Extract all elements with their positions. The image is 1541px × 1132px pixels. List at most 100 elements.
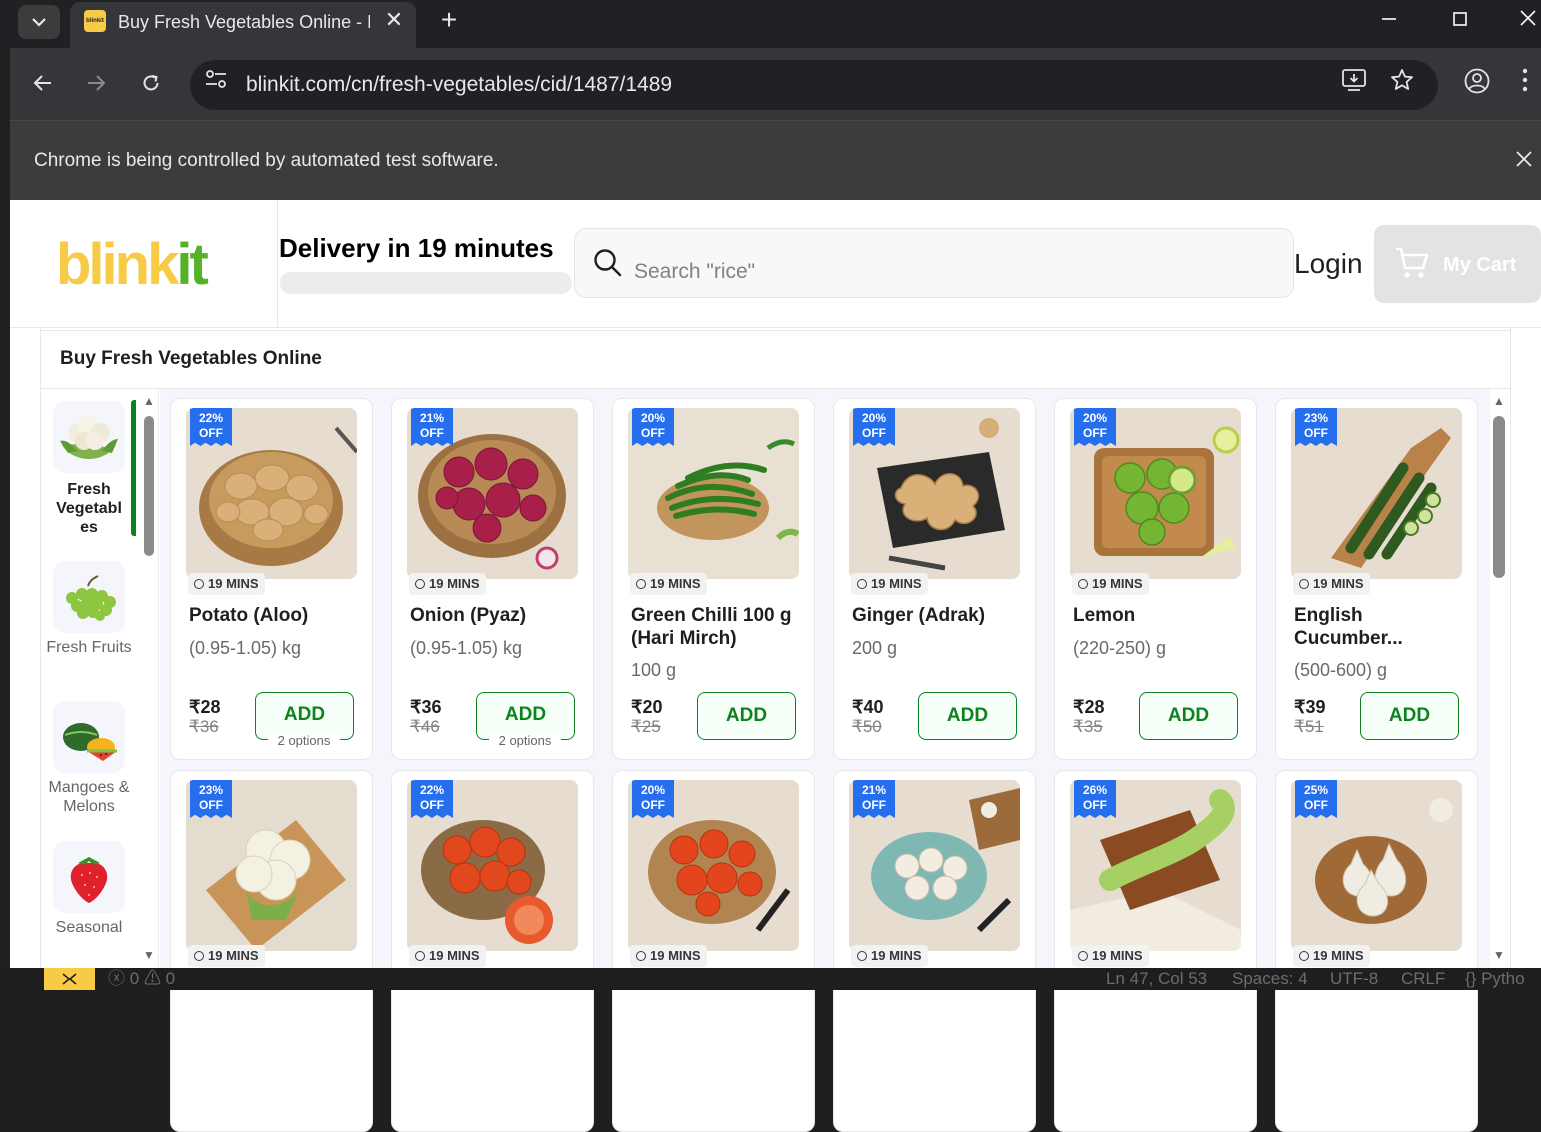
product-quantity: (220-250) g [1073,638,1167,658]
discount-badge: 26% OFF [1074,780,1116,818]
product-mrp: ₹36 [189,717,219,736]
delivery-eta: 19 MINS [188,573,265,595]
product-card[interactable]: 20% OFF 19 MINS Lemon (220-250) g ₹28 ₹35… [1054,398,1257,760]
location-placeholder[interactable] [280,272,572,294]
remote-indicator-icon[interactable] [44,968,95,990]
product-grid-scroll-thumb[interactable] [1493,416,1505,578]
forward-button[interactable] [78,66,114,102]
error-icon: ⓧ [108,969,125,988]
indentation[interactable]: Spaces: 4 [1232,968,1308,990]
header-divider [277,200,278,328]
add-button[interactable]: ADD 2 options [255,692,354,748]
product-card[interactable]: 21% OFF 19 MINS [833,770,1036,1132]
maximize-button[interactable] [1437,6,1483,36]
product-card[interactable]: 22% OFF 19 MINS [391,770,594,1132]
product-quantity: 200 g [852,638,898,658]
delivery-eta: 19 MINS [851,945,928,967]
close-window-button[interactable] [1505,6,1541,36]
infobar-close-icon[interactable] [1510,146,1538,174]
cart-icon [1396,247,1429,278]
product-card[interactable]: 23% OFF 19 MINS [170,770,373,1132]
product-card[interactable]: 25% OFF 19 MINS [1275,770,1478,1132]
sidebar-item-fresh-vegetables[interactable]: Fresh Vegetabl es [45,401,133,541]
sidebar-scroll-thumb[interactable] [144,416,154,556]
product-mrp: ₹35 [1073,717,1103,736]
search-input[interactable] [634,256,1234,288]
clock-icon [1078,579,1088,589]
product-price: ₹28 [1073,697,1105,717]
product-card[interactable]: 22% OFF 19 MINS Potato (Aloo) (0.95-1.05)… [170,398,373,760]
url-text[interactable]: blinkit.com/cn/fresh-vegetables/cid/1487… [246,70,1146,100]
blinkit-favicon-icon: blinkit [84,10,106,32]
grapes-icon [53,561,125,633]
minimize-button[interactable] [1366,6,1412,36]
new-tab-button[interactable]: + [434,4,464,36]
clock-icon [1299,579,1309,589]
discount-badge: 20% OFF [1074,408,1116,446]
add-button[interactable]: ADD [1139,692,1238,740]
delivery-eta: 19 MINS [1072,573,1149,595]
site-settings-button[interactable] [200,68,232,100]
install-icon [1342,69,1366,91]
product-card[interactable]: 20% OFF 19 MINS [612,770,815,1132]
problems-indicator[interactable]: ⓧ 0 ⚠ 0 [108,968,175,990]
delivery-eta: 19 MINS [409,945,486,967]
bookmark-star-button[interactable] [1386,68,1418,100]
product-card[interactable]: 20% OFF 19 MINS Green Chilli 100 g (Hari … [612,398,815,760]
install-app-button[interactable] [1338,68,1370,100]
add-button[interactable]: ADD [918,692,1017,740]
add-button[interactable]: ADD [1360,692,1459,740]
discount-badge: 25% OFF [1295,780,1337,818]
product-card[interactable]: 20% OFF 19 MINS Ginger (Adrak) 200 g ₹40 … [833,398,1036,760]
login-button[interactable]: Login [1294,246,1363,282]
editor-status-bar [0,968,1541,990]
sidebar-item-fresh-fruits[interactable]: Fresh Fruits [45,561,133,681]
product-card[interactable]: 21% OFF 19 MINS Onion (Pyaz) (0.95-1.05) … [391,398,594,760]
delivery-eta: 19 MINS [188,945,265,967]
blinkit-logo[interactable]: blinkit [56,230,209,300]
scroll-up-arrow-icon[interactable]: ▲ [141,394,157,408]
add-button[interactable]: ADD [697,692,796,740]
cauliflower-image: 23% OFF [186,780,357,951]
strawberry-icon [53,841,125,913]
delivery-eta: 19 MINS [851,573,928,595]
reload-button[interactable] [133,66,169,102]
product-price: ₹36 [410,697,442,717]
product-mrp: ₹50 [852,717,882,736]
encoding[interactable]: UTF-8 [1330,968,1378,990]
back-button[interactable] [25,66,61,102]
close-icon [1520,10,1536,26]
garlic-image: 25% OFF [1291,780,1462,951]
sidebar-item-seasonal[interactable]: Seasonal [45,841,133,941]
scroll-up-arrow-icon[interactable]: ▲ [1491,394,1507,408]
discount-badge: 21% OFF [411,408,453,446]
product-name: Lemon [1073,605,1136,626]
profile-button[interactable] [1461,68,1493,100]
product-price: ₹20 [631,697,663,717]
active-category-indicator [131,400,136,536]
delivery-eta: 19 MINS [630,945,707,967]
clock-icon [194,951,204,961]
cursor-position[interactable]: Ln 47, Col 53 [1106,968,1207,990]
tab-close-icon[interactable]: ✕ [380,6,408,34]
clock-icon [857,951,867,961]
product-card[interactable]: 26% OFF 19 MINS [1054,770,1257,1132]
chrome-menu-button[interactable] [1515,68,1535,100]
discount-badge: 23% OFF [190,780,232,818]
scroll-down-arrow-icon[interactable]: ▼ [141,948,157,962]
line-ending[interactable]: CRLF [1401,968,1445,990]
sidebar-item-mangoes-melons[interactable]: Mangoes & Melons [45,701,133,821]
options-count: 2 options [489,734,561,748]
product-name: Ginger (Adrak) [852,605,986,626]
delivery-time[interactable]: Delivery in 19 minutes [279,232,579,264]
add-button[interactable]: ADD 2 options [476,692,575,748]
product-card[interactable]: 23% OFF 19 MINS English Cucumber... (500-… [1275,398,1478,760]
clock-icon [857,579,867,589]
maximize-icon [1453,12,1467,26]
warning-icon: ⚠ [143,969,161,988]
star-icon [1391,69,1413,90]
scroll-down-arrow-icon[interactable]: ▼ [1491,948,1507,962]
language-mode[interactable]: {} Pytho [1465,968,1525,990]
product-price: ₹28 [189,697,221,717]
tab-search-button[interactable] [18,5,60,39]
